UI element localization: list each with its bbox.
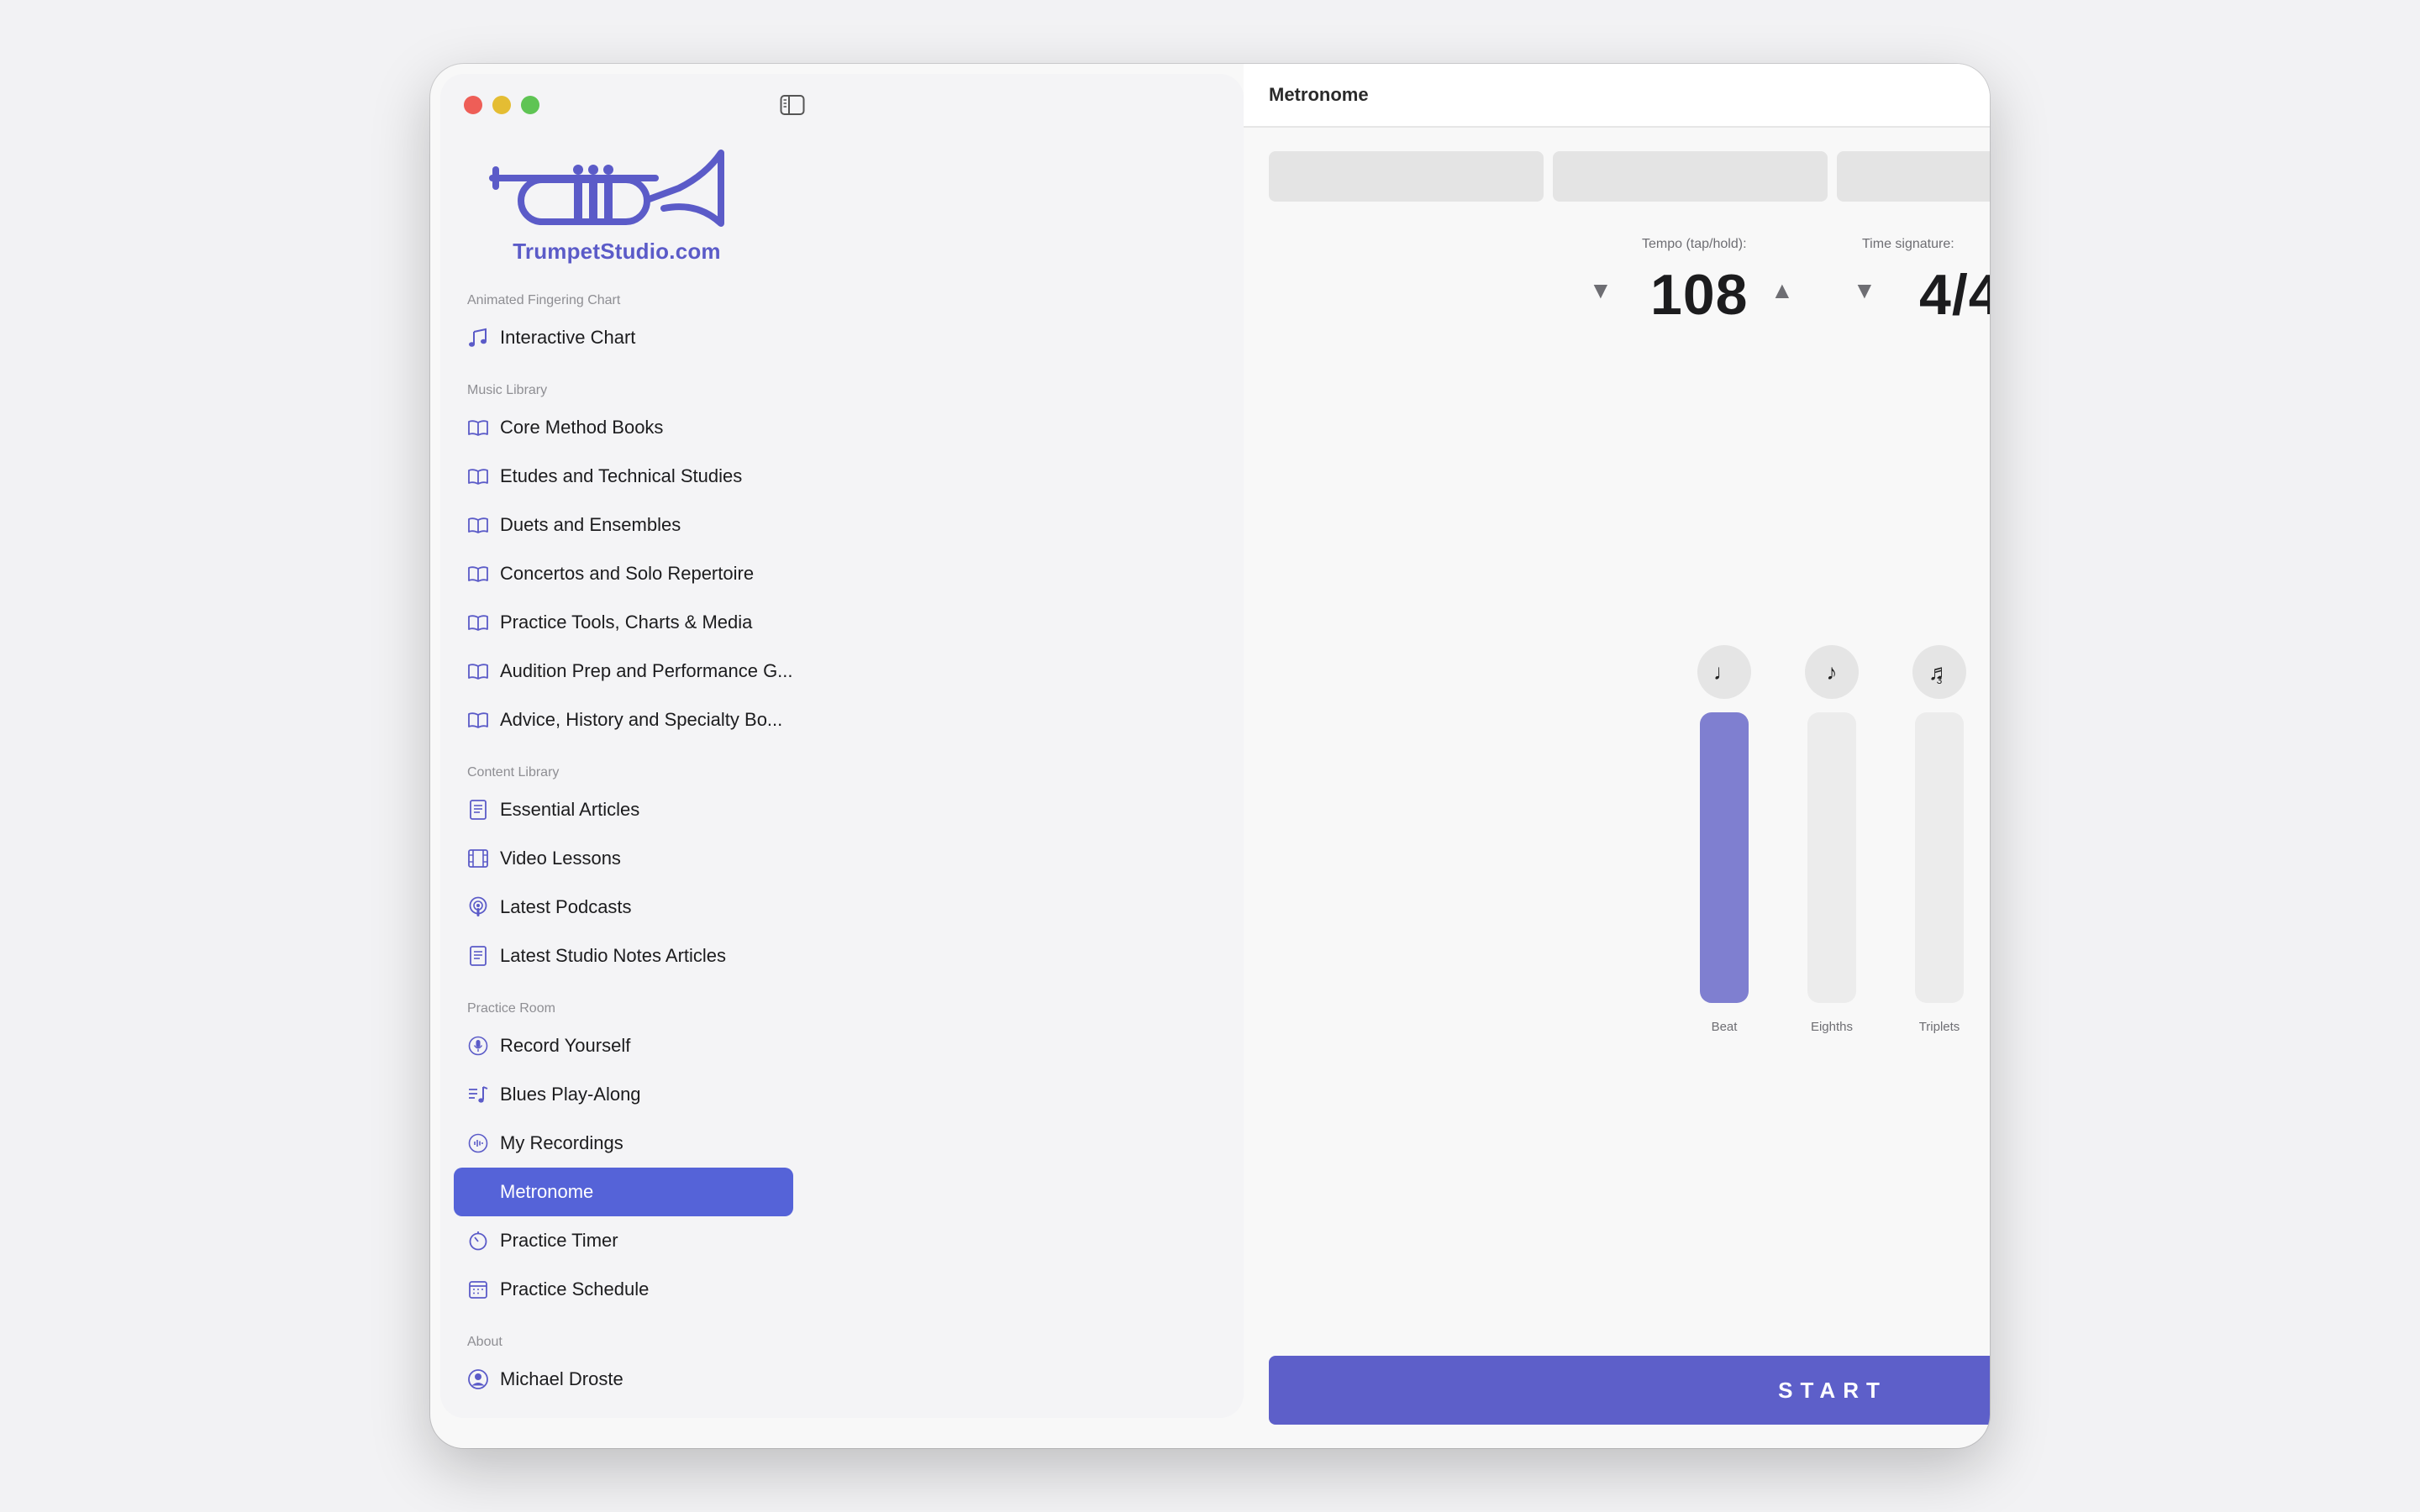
sidebar-item-video-lessons[interactable]: Video Lessons xyxy=(454,834,793,883)
sidebar-item-label: Latest Podcasts xyxy=(500,896,632,917)
triplet-number: 3 xyxy=(1936,675,1943,686)
section-heading-fingering: Animated Fingering Chart xyxy=(467,293,621,307)
minimize-window-button[interactable] xyxy=(492,96,511,114)
tempo-value[interactable]: 108 xyxy=(1650,262,1748,328)
main-content: Metronome Tempo (tap/hold): ▼ 108 ▲ Time… xyxy=(1244,64,1990,1448)
quarter-note-button[interactable]: ♩ xyxy=(1697,645,1751,699)
preset-slot-1[interactable] xyxy=(1269,151,1544,202)
book-icon xyxy=(468,566,488,582)
sidebar-item-label: Practice Schedule xyxy=(500,1278,650,1299)
tempo-label: Tempo (tap/hold): xyxy=(1642,237,1747,251)
calendar-icon xyxy=(469,1281,487,1299)
eighths-volume-bar[interactable] xyxy=(1807,712,1856,1003)
music-list-icon xyxy=(469,1086,488,1103)
sidebar-item-practice-tools[interactable]: Practice Tools, Charts & Media xyxy=(454,598,793,647)
sidebar-item-etudes[interactable]: Etudes and Technical Studies xyxy=(454,452,793,501)
app-window: TrumpetStudio.com Animated Fingering Cha… xyxy=(430,64,1990,1448)
triplets-label: Triplets xyxy=(1918,1020,1960,1034)
title-bar: Metronome xyxy=(1244,64,1990,128)
quarter-note-icon: ♩ xyxy=(1713,659,1735,685)
sidebar-item-essential-articles[interactable]: Essential Articles xyxy=(454,785,793,834)
book-icon xyxy=(468,664,488,680)
sidebar-item-label: Advice, History and Specialty Bo... xyxy=(500,709,783,730)
tempo-increase-button[interactable]: ▲ xyxy=(1770,277,1794,304)
sidebar-item-label: Essential Articles xyxy=(500,799,640,820)
trumpet-logo xyxy=(489,150,724,227)
eighths-label: Eighths xyxy=(1810,1020,1854,1034)
sidebar-item-practice-schedule[interactable]: Practice Schedule xyxy=(454,1265,793,1314)
sidebar-item-michael-droste[interactable]: Michael Droste xyxy=(454,1355,793,1404)
tempo-decrease-button[interactable]: ▼ xyxy=(1589,277,1612,304)
podcast-icon xyxy=(469,896,487,916)
book-icon xyxy=(468,517,488,533)
sidebar-item-duets[interactable]: Duets and Ensembles xyxy=(454,501,793,549)
start-button[interactable]: START xyxy=(1269,1356,1990,1425)
sidebar-item-concertos[interactable]: Concertos and Solo Repertoire xyxy=(454,549,793,598)
section-heading-music-library: Music Library xyxy=(467,383,548,397)
book-icon xyxy=(468,469,488,485)
sidebar-list: Animated Fingering Chart Interactive Cha… xyxy=(440,288,807,1404)
eighth-note-icon: ♪ xyxy=(1826,659,1838,685)
sidebar-item-label: Etudes and Technical Studies xyxy=(500,465,743,486)
sidebar-toggle-icon[interactable] xyxy=(780,94,805,116)
sidebar-item-label: My Recordings xyxy=(500,1132,623,1153)
music-note-icon xyxy=(469,328,487,347)
waveform-icon xyxy=(468,1133,488,1153)
microphone-icon xyxy=(468,1036,488,1056)
sidebar-item-label: Interactive Chart xyxy=(500,327,636,348)
timer-icon xyxy=(469,1231,487,1251)
sidebar-item-label: Duets and Ensembles xyxy=(500,514,681,535)
document-icon xyxy=(470,946,487,966)
triplet-note-button[interactable]: ♬ 3 xyxy=(1912,645,1966,699)
time-signature-decrease-button[interactable]: ▼ xyxy=(1853,277,1876,304)
sidebar: TrumpetStudio.com Animated Fingering Cha… xyxy=(440,74,1244,1418)
sidebar-item-advice-history[interactable]: Advice, History and Specialty Bo... xyxy=(454,696,793,744)
sidebar-item-interactive-chart[interactable]: Interactive Chart xyxy=(454,313,793,362)
page-title: Metronome xyxy=(1269,84,1369,105)
preset-slot-3[interactable] xyxy=(1837,151,1990,202)
time-signature-value: 4/4 xyxy=(1919,263,1990,327)
sidebar-item-label: Concertos and Solo Repertoire xyxy=(500,563,755,584)
beat-label: Beat xyxy=(1711,1020,1738,1034)
sidebar-item-label: Michael Droste xyxy=(500,1368,623,1389)
section-heading-practice-room: Practice Room xyxy=(467,1001,555,1016)
sidebar-item-core-method-books[interactable]: Core Method Books xyxy=(454,403,793,452)
sidebar-item-label: Audition Prep and Performance G... xyxy=(500,660,793,681)
book-icon xyxy=(468,712,488,728)
beat-volume-bar[interactable] xyxy=(1700,712,1749,1003)
sidebar-item-studio-notes[interactable]: Latest Studio Notes Articles xyxy=(454,932,793,980)
triplets-volume-bar[interactable] xyxy=(1915,712,1964,1003)
sidebar-item-metronome[interactable]: Metronome xyxy=(454,1168,793,1216)
section-heading-about: About xyxy=(467,1335,502,1349)
close-window-button[interactable] xyxy=(464,96,482,114)
person-icon xyxy=(468,1369,488,1389)
sidebar-item-label: Practice Tools, Charts & Media xyxy=(500,612,753,633)
book-icon xyxy=(468,420,488,436)
sidebar-item-label: Metronome xyxy=(500,1181,594,1202)
section-heading-content-library: Content Library xyxy=(467,765,560,780)
sidebar-item-label: Latest Studio Notes Articles xyxy=(500,945,727,966)
document-icon xyxy=(470,800,487,820)
sidebar-item-label: Record Yourself xyxy=(500,1035,631,1056)
time-signature-label: Time signature: xyxy=(1862,237,1954,251)
book-icon xyxy=(468,615,488,631)
zoom-window-button[interactable] xyxy=(521,96,539,114)
eighth-note-button[interactable]: ♪ xyxy=(1805,645,1859,699)
sidebar-item-my-recordings[interactable]: My Recordings xyxy=(454,1119,793,1168)
sidebar-item-practice-timer[interactable]: Practice Timer xyxy=(454,1216,793,1265)
sidebar-item-label: Video Lessons xyxy=(500,848,621,869)
sidebar-item-label: Practice Timer xyxy=(500,1230,618,1251)
sidebar-item-label: Core Method Books xyxy=(500,417,664,438)
sidebar-item-label: Blues Play-Along xyxy=(500,1084,641,1105)
sidebar-item-blues-play-along[interactable]: Blues Play-Along xyxy=(454,1070,793,1119)
sidebar-item-latest-podcasts[interactable]: Latest Podcasts xyxy=(454,883,793,932)
preset-slot-2[interactable] xyxy=(1553,151,1828,202)
logo-text: TrumpetStudio.com xyxy=(513,239,721,264)
sidebar-item-audition-prep[interactable]: Audition Prep and Performance G... xyxy=(454,647,793,696)
film-icon xyxy=(468,849,488,868)
sidebar-item-record-yourself[interactable]: Record Yourself xyxy=(454,1021,793,1070)
